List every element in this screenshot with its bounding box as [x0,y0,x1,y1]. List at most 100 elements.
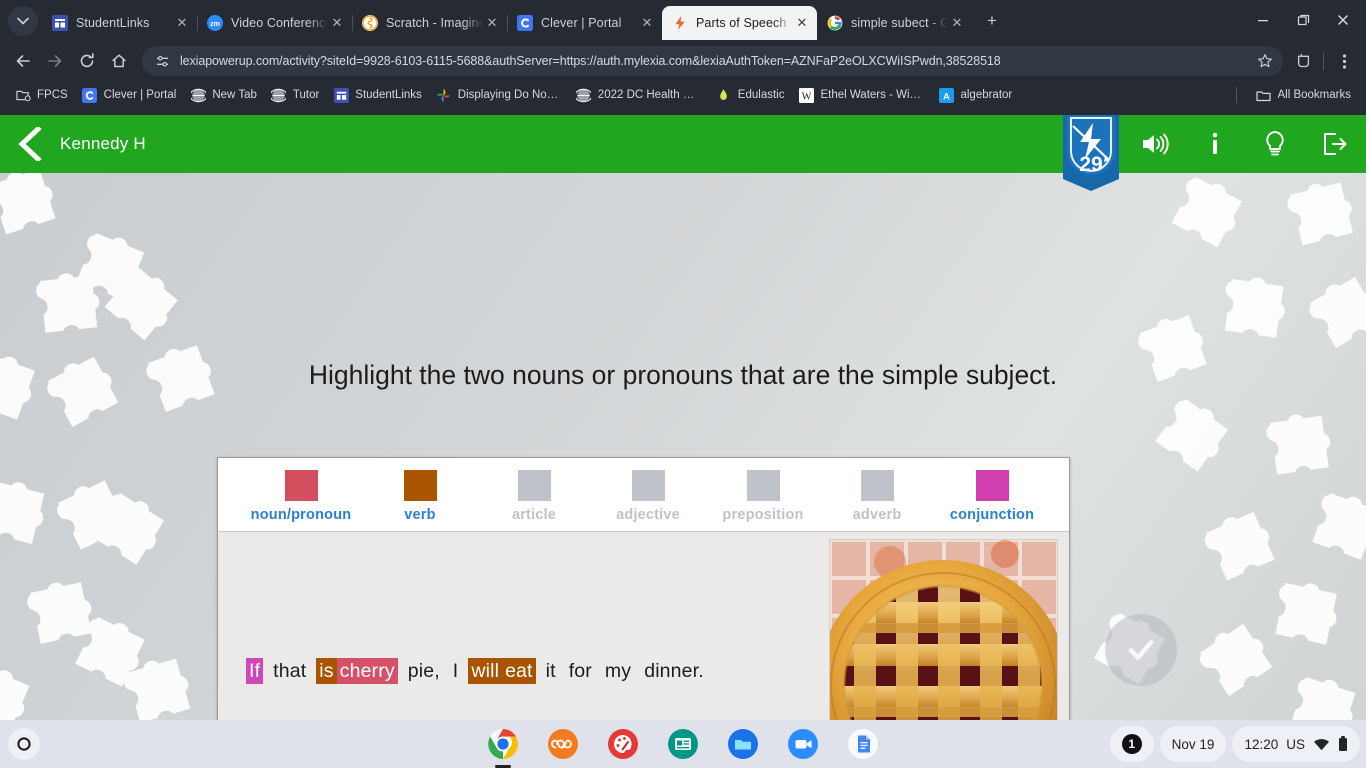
bookmark-item[interactable]: New Tab [183,85,264,105]
teal-news-icon[interactable] [665,726,701,762]
bookmark-label: Displaying Do Now-... [457,89,562,101]
sentence-word[interactable]: is [316,658,337,684]
legend-label: conjunction [949,507,1035,523]
studentlinks-icon [333,87,349,103]
clever-icon [82,87,98,103]
shelf-status-area: 1 Nov 19 12:20 US [1109,726,1360,762]
bookmark-label: Ethel Waters - Wikip... [820,89,925,101]
bookmark-label: Tutor [292,89,320,101]
hint-bulb-icon[interactable] [1258,127,1292,161]
sentence-word[interactable]: my [602,658,634,684]
google-docs-icon[interactable] [845,726,881,762]
exit-icon[interactable] [1318,127,1352,161]
browser-tab[interactable]: simple subect - Googl✕ [817,6,972,40]
bookmark-item[interactable]: 2022 DC Health & P... [569,85,709,105]
star-icon[interactable] [1255,53,1275,69]
close-tab-button[interactable]: ✕ [638,15,656,31]
sentence-word[interactable]: I [450,658,462,684]
maximize-restore-button[interactable] [1284,6,1322,34]
home-icon[interactable] [104,46,134,76]
orange-infinity-icon[interactable] [545,726,581,762]
legend-item-adverb[interactable]: adverb [817,470,937,523]
url-text[interactable]: lexiapowerup.com/activity?siteId=9928-61… [180,54,1247,68]
address-bar[interactable]: lexiapowerup.com/activity?siteId=9928-61… [142,46,1283,76]
browser-tab[interactable]: Clever | Portal ✕ [507,6,663,40]
edulastic-icon [716,87,732,103]
chrome-icon[interactable] [485,726,521,768]
sentence-word[interactable]: eat [502,658,536,684]
notification-pill[interactable]: 1 [1109,726,1154,762]
close-window-button[interactable] [1324,6,1362,34]
tab-strip: StudentLinks✕zmVideo Conferencing, W✕Scr… [0,0,1366,40]
back-arrow-icon[interactable] [8,46,38,76]
globe-icon [576,87,592,103]
sentence-word[interactable]: for [566,658,595,684]
close-tab-button[interactable]: ✕ [483,15,501,31]
extensions-icon[interactable] [1289,47,1317,75]
legend-label: preposition [722,507,804,523]
sentence-word[interactable]: it [543,658,559,684]
files-folder-icon[interactable] [725,726,761,762]
minimize-button[interactable] [1244,6,1282,34]
browser-tab[interactable]: StudentLinks ✕ [42,6,198,40]
legend-item-noun-pronoun[interactable]: noun/pronoun [241,470,361,523]
info-icon[interactable] [1198,127,1232,161]
window-controls [1244,6,1362,34]
paint-palette-icon[interactable] [605,726,641,762]
reload-icon[interactable] [72,46,102,76]
close-tab-button[interactable]: ✕ [793,15,811,31]
legend-label: adverb [852,507,902,523]
close-tab-button[interactable]: ✕ [948,15,966,31]
all-bookmarks-button[interactable]: All Bookmarks [1249,85,1359,105]
bookmark-item[interactable]: FPCS [8,85,75,105]
toolbar-divider [1323,52,1324,70]
bookmark-item[interactable]: Edulastic [709,85,792,105]
system-tray-pill[interactable]: 12:20 US [1232,726,1360,762]
status-badge: 29 [1063,115,1119,191]
bookmark-item[interactable]: Displaying Do Now-... [429,85,569,105]
close-tab-button[interactable]: ✕ [328,15,346,31]
legend-color-swatch [284,470,318,501]
browser-tab[interactable]: Scratch - Imagine, Pro✕ [352,6,508,40]
legend-item-verb[interactable]: verb [360,470,480,523]
bookmark-item[interactable]: W Ethel Waters - Wikip... [791,85,931,105]
sentence-word[interactable]: dinner. [641,658,707,684]
bookmark-label: StudentLinks [355,89,422,101]
scratch-icon [362,15,378,31]
sentence-word[interactable]: that [270,658,309,684]
folder-gear-icon [15,87,31,103]
new-tab-button[interactable]: + [978,7,1006,35]
bookmark-label: 2022 DC Health & P... [597,89,702,101]
legend-color-swatch [746,470,780,501]
zoom-video-icon[interactable] [785,726,821,762]
date-pill[interactable]: Nov 19 [1159,726,1227,762]
submit-answer-button[interactable] [1105,614,1177,686]
notification-count: 1 [1121,734,1142,754]
volume-icon[interactable] [1138,127,1172,161]
forward-arrow-icon[interactable] [40,46,70,76]
bookmark-label: Clever | Portal [103,89,177,101]
three-dot-menu-icon[interactable] [1330,47,1358,75]
legend-item-preposition[interactable]: preposition [703,470,823,523]
badge-number: 29 [1079,153,1103,176]
bookmark-item[interactable]: Tutor [264,85,326,105]
back-chevron-icon[interactable] [0,127,60,161]
sentence-word[interactable]: will [468,658,503,684]
legend-item-article[interactable]: article [474,470,594,523]
site-settings-icon[interactable] [152,54,172,69]
legend-label: noun/pronoun [250,507,352,523]
sentence-word[interactable]: cherry [336,658,398,684]
browser-tab[interactable]: Parts of Speech - Com✕ [662,6,817,40]
sentence-word[interactable]: If [246,658,264,684]
bookmark-item[interactable]: StudentLinks [326,85,429,105]
bookmark-item[interactable]: Aalgebrator [931,85,1019,105]
legend-item-adjective[interactable]: adjective [588,470,708,523]
sentence-text[interactable]: If that is cherry pie, Iwill eat it for my dinner. [246,658,707,684]
close-tab-button[interactable]: ✕ [173,15,191,31]
bookmark-label: New Tab [212,89,257,101]
sentence-word[interactable]: pie, [405,658,443,684]
legend-item-conjunction[interactable]: conjunction [932,470,1052,523]
tab-search-button[interactable] [8,6,38,36]
bookmark-item[interactable]: Clever | Portal [75,85,184,105]
browser-tab[interactable]: zm Video Conferencing, W✕ [197,6,353,40]
